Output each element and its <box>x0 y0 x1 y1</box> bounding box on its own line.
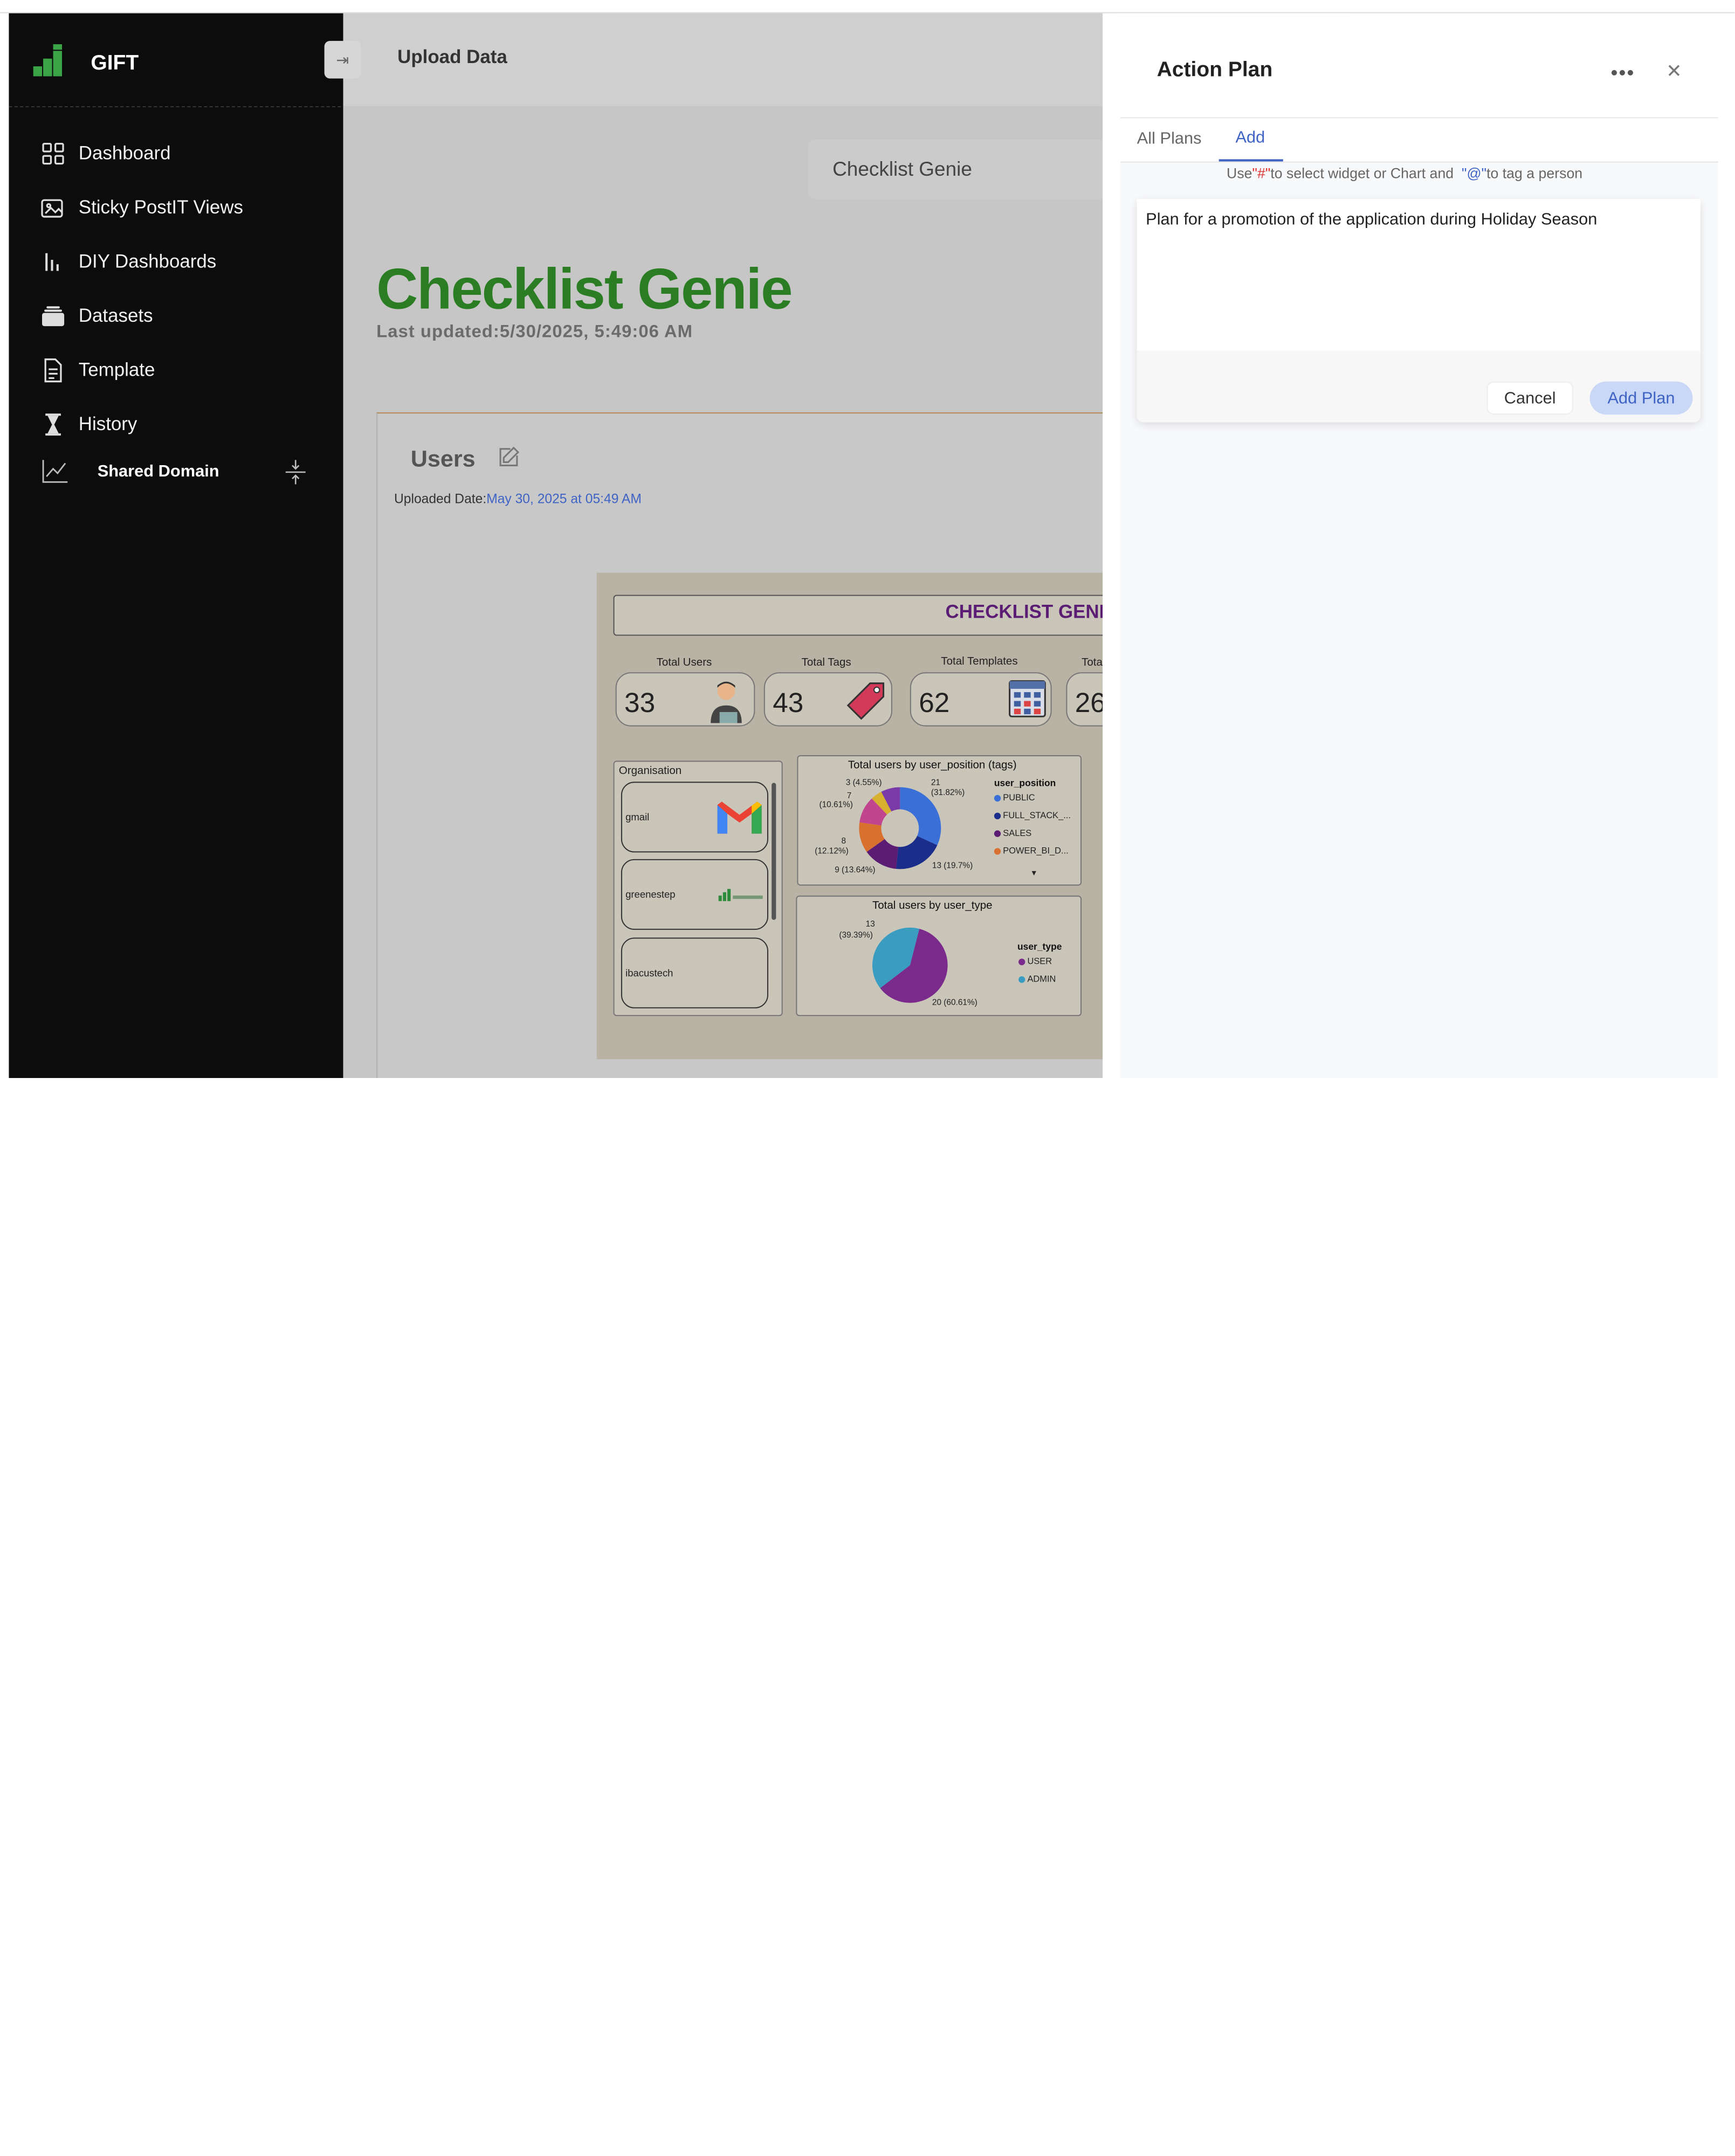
image-icon <box>41 196 65 220</box>
organisation-title: Organisation <box>618 765 682 778</box>
hourglass-icon <box>41 412 65 437</box>
hint-text: Use"#"to select widget or Chart and "@"t… <box>1227 164 1583 182</box>
tag-icon <box>842 679 888 730</box>
domain-selector[interactable]: Checklist Genie <box>808 139 1118 199</box>
brand-row[interactable]: GIFT <box>33 44 139 83</box>
sidebar-item-label: DIY Dashboards <box>78 251 217 272</box>
action-plan-title: Action Plan <box>1156 58 1273 82</box>
sidebar-item-history[interactable]: History <box>41 412 137 437</box>
page-title: Checklist Genie <box>376 257 793 322</box>
data-label: 9 (13.64%) <box>835 865 876 875</box>
user-avatar-icon <box>706 679 746 730</box>
kpi-value: 62 <box>919 687 950 719</box>
sidebar <box>9 13 343 1079</box>
tab-all-plans[interactable]: All Plans <box>1137 129 1202 148</box>
org-name: gmail <box>625 811 650 823</box>
bar-chart-icon <box>41 250 65 274</box>
legend-more-icon[interactable]: ▾ <box>1032 868 1036 877</box>
kpi-label: Tota <box>1082 657 1103 669</box>
org-item: ibacustech <box>621 937 768 1008</box>
greenstep-logo-icon <box>718 887 765 908</box>
shared-domain-label[interactable]: Shared Domain <box>98 462 219 481</box>
logo-icon <box>33 44 67 83</box>
active-tab-indicator <box>1218 159 1283 162</box>
uploaded-date: Uploaded Date:May 30, 2025 at 05:49 AM <box>394 491 642 507</box>
chart-title: Total users by user_position (tags) <box>848 759 1017 772</box>
org-name: greenestep <box>625 889 676 900</box>
legend-item: SALES <box>994 828 1031 838</box>
upload-data-link[interactable]: Upload Data <box>397 46 507 68</box>
document-icon <box>41 358 65 383</box>
calendar-grid-icon <box>1009 679 1046 724</box>
data-label: (12.12%) <box>815 846 849 856</box>
brand-name: GIFT <box>91 51 139 75</box>
legend-item: USER <box>1018 956 1052 966</box>
close-icon[interactable]: ✕ <box>1666 61 1682 83</box>
selector-value: Checklist Genie <box>832 157 972 180</box>
kpi-label: Total Users <box>656 657 712 669</box>
sidebar-item-label: Dashboard <box>78 142 171 164</box>
sidebar-item-label: Sticky PostIT Views <box>78 197 244 218</box>
org-scrollbar[interactable] <box>772 783 776 920</box>
kpi-value: 33 <box>624 687 656 719</box>
kpi-value: 26 <box>1075 687 1106 719</box>
legend-item: PUBLIC <box>994 793 1035 803</box>
sidebar-toggle-button[interactable]: ⇥ <box>324 40 361 79</box>
legend-item: POWER_BI_D... <box>994 846 1069 856</box>
grid-icon <box>41 142 65 166</box>
edit-icon[interactable] <box>498 446 520 473</box>
data-label: 20 (60.61%) <box>932 997 977 1007</box>
data-label: (10.61%) <box>819 799 853 810</box>
chart-title: Total users by user_type <box>872 900 993 913</box>
uploaded-value: May 30, 2025 at 05:49 AM <box>486 490 642 507</box>
collapse-vertical-icon[interactable] <box>285 459 307 490</box>
add-plan-button[interactable]: Add Plan <box>1589 381 1693 415</box>
line-chart-icon <box>42 459 68 488</box>
kpi-value: 43 <box>773 687 804 719</box>
pie-chart <box>872 928 948 1003</box>
data-label: 3 (4.55%) <box>845 777 882 787</box>
gmail-logo-icon <box>715 798 763 841</box>
kpi-label: Total Tags <box>801 657 851 669</box>
data-label: (39.39%) <box>839 930 873 940</box>
legend-title: user_type <box>1017 941 1062 952</box>
header-divider <box>1120 117 1718 119</box>
tab-add[interactable]: Add <box>1235 128 1265 147</box>
sidebar-item-dashboard[interactable]: Dashboard <box>41 142 171 166</box>
sidebar-item-diy-dashboards[interactable]: DIY Dashboards <box>41 250 216 274</box>
legend-item: ADMIN <box>1018 974 1056 984</box>
legend-title: user_position <box>994 777 1056 789</box>
plan-text-input[interactable]: Plan for a promotion of the application … <box>1137 199 1700 351</box>
kpi-label: Total Templates <box>941 655 1018 668</box>
legend-item: FULL_STACK_... <box>994 811 1071 820</box>
data-label: 21 <box>931 777 940 787</box>
data-label: 13 <box>865 918 875 929</box>
card-title: Users <box>410 446 476 472</box>
last-updated: Last updated:5/30/2025, 5:49:06 AM <box>376 322 693 342</box>
sidebar-item-label: History <box>78 413 137 435</box>
sidebar-item-label: Datasets <box>78 305 153 327</box>
sidebar-item-label: Template <box>78 359 155 381</box>
data-label: (31.82%) <box>931 787 965 797</box>
data-label: 8 <box>841 835 846 846</box>
banner-title: CHECKLIST GENIE <box>945 601 1117 623</box>
arrow-right-icon: ⇥ <box>336 50 349 68</box>
data-label: 13 (19.7%) <box>932 860 973 870</box>
uploaded-label: Uploaded Date: <box>394 490 487 507</box>
more-options-icon[interactable]: ••• <box>1611 62 1635 85</box>
sidebar-divider <box>9 106 341 107</box>
folder-icon <box>41 304 65 328</box>
sidebar-item-template[interactable]: Template <box>41 358 155 383</box>
sidebar-item-datasets[interactable]: Datasets <box>41 304 153 328</box>
org-name: ibacustech <box>625 967 673 979</box>
donut-chart <box>859 787 941 869</box>
cancel-button[interactable]: Cancel <box>1486 381 1573 415</box>
sidebar-item-sticky-postit-views[interactable]: Sticky PostIT Views <box>41 196 243 220</box>
tab-divider <box>1120 161 1718 163</box>
